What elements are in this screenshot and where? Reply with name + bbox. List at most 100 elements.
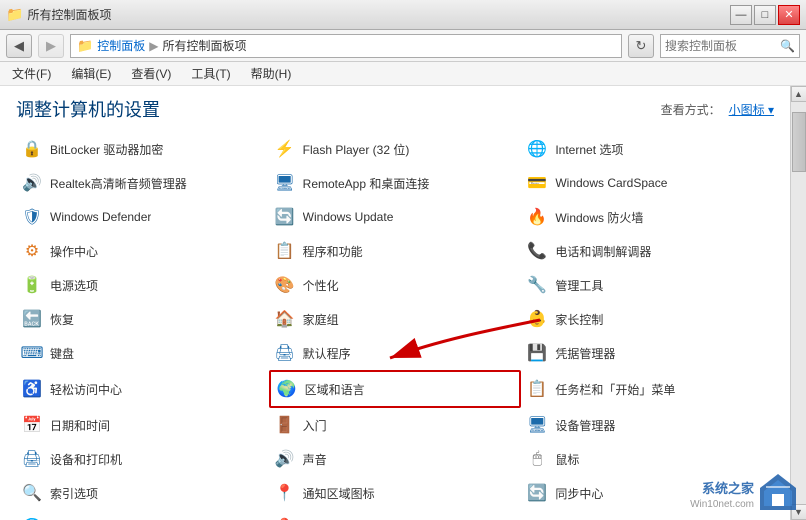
folder-small-icon: 📁 [77, 38, 93, 54]
item-label: 入门 [303, 417, 327, 434]
list-item[interactable]: 🌍区域和语言 [269, 370, 522, 408]
list-item[interactable]: 🌐网络和共享中心 [16, 510, 269, 520]
item-icon: 🖱 [525, 447, 549, 471]
item-label: Realtek高清晰音频管理器 [50, 175, 187, 192]
list-item[interactable]: ⌨键盘 [16, 336, 269, 370]
item-icon: 📍 [273, 481, 297, 505]
title-bar: 📁 所有控制面板项 — □ ✕ [0, 0, 806, 30]
item-label: 鼠标 [555, 451, 579, 468]
list-item[interactable]: 📋 任务栏和「开始」菜单 [521, 370, 774, 408]
folder-icon: 📁 [6, 6, 23, 23]
item-icon: 🔒 [20, 137, 44, 161]
list-item[interactable]: 📞电话和调制解调器 [521, 234, 774, 268]
item-label: Flash Player (32 位) [303, 141, 410, 158]
list-item[interactable]: 🏠家庭组 [269, 302, 522, 336]
item-icon: 🌐 [525, 137, 549, 161]
list-item[interactable]: 🔍索引选项 [16, 476, 269, 510]
item-label: 个性化 [303, 277, 339, 294]
list-item[interactable]: 📍位置和其他传感器 [269, 510, 522, 520]
scrollbar[interactable]: ▲ ▼ [790, 86, 806, 520]
search-input[interactable] [665, 39, 776, 53]
item-label: RemoteApp 和桌面连接 [303, 175, 430, 192]
list-item[interactable]: 💾凭据管理器 [521, 336, 774, 370]
item-icon: ⚙ [20, 239, 44, 263]
watermark-icon [758, 472, 798, 512]
menu-help[interactable]: 帮助(H) [247, 63, 296, 84]
list-item[interactable]: ⚙操作中心 [16, 234, 269, 268]
path-current: 所有控制面板项 [162, 37, 246, 54]
item-label: 通知区域图标 [303, 485, 375, 502]
minimize-button[interactable]: — [730, 5, 752, 25]
list-item[interactable]: 🔊声音 [269, 442, 522, 476]
item-icon: 🖥 [525, 413, 549, 437]
search-box[interactable]: 🔍 [660, 34, 800, 58]
scroll-track[interactable] [791, 102, 806, 504]
list-item[interactable]: 👶家长控制 [521, 302, 774, 336]
item-icon: 📋 [525, 377, 549, 401]
item-icon: ⌨ [20, 341, 44, 365]
list-item[interactable]: 🎨 个性化 [269, 268, 522, 302]
item-label: 家庭组 [303, 311, 339, 328]
scroll-up-arrow[interactable]: ▲ [791, 86, 806, 102]
list-item[interactable]: 📍 通知区域图标 [269, 476, 522, 510]
view-options: 查看方式： 小图标 ▾ [661, 101, 774, 118]
list-item[interactable]: ⚡Flash Player (32 位) [269, 132, 522, 166]
scroll-thumb[interactable] [792, 112, 806, 172]
path-root[interactable]: 控制面板 [97, 37, 145, 54]
items-container: 🔒BitLocker 驱动器加密⚡Flash Player (32 位)🌐 Int… [0, 128, 790, 520]
list-item[interactable]: 🔊 Realtek高清晰音频管理器 [16, 166, 269, 200]
menu-tools[interactable]: 工具(T) [187, 63, 234, 84]
address-box[interactable]: 📁 控制面板 ▶ 所有控制面板项 [70, 34, 622, 58]
search-icon: 🔍 [780, 39, 795, 53]
item-icon: 🖨 [273, 341, 297, 365]
refresh-button[interactable]: ↻ [628, 34, 654, 58]
list-item[interactable]: 🔧管理工具 [521, 268, 774, 302]
list-item[interactable]: 🌐 Internet 选项 [521, 132, 774, 166]
maximize-button[interactable]: □ [754, 5, 776, 25]
item-icon: 🔥 [525, 205, 549, 229]
view-selector[interactable]: 小图标 ▾ [729, 101, 774, 118]
list-item[interactable]: 🖥设备管理器 [521, 408, 774, 442]
item-icon: 📁 [525, 515, 549, 520]
list-item[interactable]: 🔋电源选项 [16, 268, 269, 302]
item-icon: 🎨 [273, 273, 297, 297]
item-icon: 📋 [273, 239, 297, 263]
address-bar: ◀ ▶ 📁 控制面板 ▶ 所有控制面板项 ↻ 🔍 [0, 30, 806, 62]
list-item[interactable]: 💳 Windows CardSpace [521, 166, 774, 200]
item-label: 设备和打印机 [50, 451, 122, 468]
list-item[interactable]: 🖱 鼠标 [521, 442, 774, 476]
list-item[interactable]: 📋程序和功能 [269, 234, 522, 268]
item-label: 任务栏和「开始」菜单 [555, 381, 675, 398]
item-label: Windows Defender [50, 210, 151, 224]
list-item[interactable]: 🔙恢复 [16, 302, 269, 336]
list-item[interactable]: 📅日期和时间 [16, 408, 269, 442]
list-item[interactable]: 🔄Windows Update [269, 200, 522, 234]
list-item[interactable]: 🔒BitLocker 驱动器加密 [16, 132, 269, 166]
list-item[interactable]: 🖨默认程序 [269, 336, 522, 370]
item-icon: 💳 [525, 171, 549, 195]
menu-edit[interactable]: 编辑(E) [67, 63, 115, 84]
list-item[interactable]: 🖥RemoteApp 和桌面连接 [269, 166, 522, 200]
item-label: Windows CardSpace [555, 176, 667, 190]
item-icon: 📍 [273, 515, 297, 520]
close-button[interactable]: ✕ [778, 5, 800, 25]
item-label: Internet 选项 [555, 141, 623, 158]
menu-file[interactable]: 文件(F) [8, 63, 55, 84]
item-icon: 🔊 [273, 447, 297, 471]
list-item[interactable]: 🚪入门 [269, 408, 522, 442]
menu-view[interactable]: 查看(V) [127, 63, 175, 84]
item-label: 轻松访问中心 [50, 381, 122, 398]
list-item[interactable]: 🖨设备和打印机 [16, 442, 269, 476]
item-icon: 🔊 [20, 171, 44, 195]
list-item[interactable]: ♿轻松访问中心 [16, 370, 269, 408]
item-icon: 🛡 [20, 205, 44, 229]
watermark: 系统之家 Win10net.com [690, 472, 798, 512]
back-button[interactable]: ◀ [6, 34, 32, 58]
content-panel: 调整计算机的设置 查看方式： 小图标 ▾ 🔒BitLocker 驱动器加密⚡Fl… [0, 86, 790, 520]
item-label: 家长控制 [555, 311, 603, 328]
item-icon: 🔋 [20, 273, 44, 297]
item-icon: 🔄 [525, 481, 549, 505]
list-item[interactable]: 🔥Windows 防火墙 [521, 200, 774, 234]
list-item[interactable]: 🛡 Windows Defender [16, 200, 269, 234]
forward-button[interactable]: ▶ [38, 34, 64, 58]
